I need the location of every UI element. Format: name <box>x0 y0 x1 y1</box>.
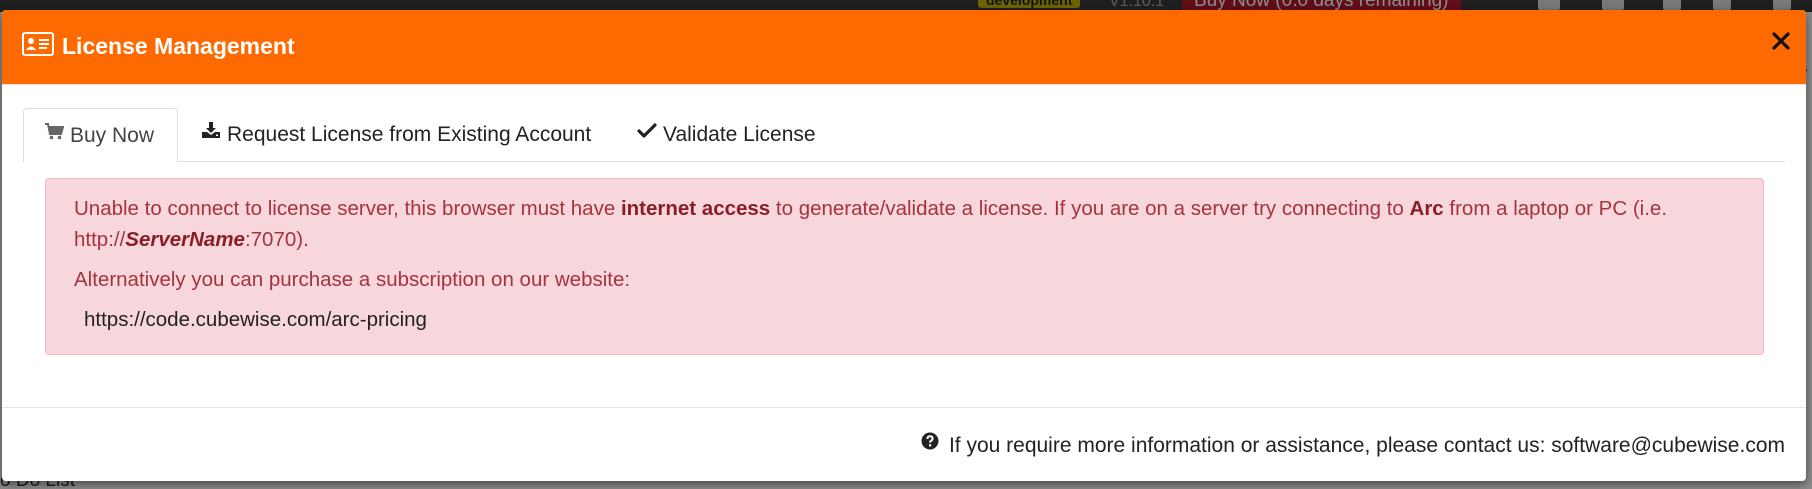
alert-port: :7070). <box>244 228 309 251</box>
connection-error-alert: Unable to connect to license server, thi… <box>45 178 1764 355</box>
license-management-modal: License Management Buy Now Request Licen… <box>2 10 1806 481</box>
pricing-link[interactable]: https://code.cubewise.com/arc-pricing <box>84 306 427 334</box>
alert-alternative-text: Alternatively you can purchase a subscri… <box>74 268 631 291</box>
tab-buy-now[interactable]: Buy Now <box>23 108 178 163</box>
alert-server-name: ServerName <box>125 228 245 251</box>
alert-emphasis-internet-access: internet access <box>620 197 771 220</box>
alert-text: to generate/validate a license. If you a… <box>770 197 1410 220</box>
license-tabs: Buy Now Request License from Existing Ac… <box>23 108 1785 163</box>
check-icon <box>637 106 657 160</box>
tab-validate-license-label: Validate License <box>663 123 816 146</box>
id-card-icon <box>22 32 54 56</box>
tab-request-license[interactable]: Request License from Existing Account <box>199 108 591 162</box>
tab-validate-license[interactable]: Validate License <box>635 108 816 162</box>
question-circle-icon <box>921 430 939 458</box>
contact-text: If you require more information or assis… <box>948 434 1785 457</box>
tab-request-license-label: Request License from Existing Account <box>227 123 592 146</box>
alert-emphasis-arc: Arc <box>1409 197 1444 220</box>
cart-icon <box>44 107 65 161</box>
alert-text: Unable to connect to license server, thi… <box>74 197 621 220</box>
download-icon <box>201 106 221 160</box>
contact-info: If you require more information or assis… <box>921 432 1785 460</box>
modal-footer: If you require more information or assis… <box>2 407 1806 481</box>
modal-header: License Management <box>2 10 1806 85</box>
close-icon[interactable] <box>1768 28 1794 54</box>
modal-title: License Management <box>62 33 295 59</box>
alert-message: Unable to connect to license server, thi… <box>74 193 1723 255</box>
tab-buy-now-label: Buy Now <box>70 124 155 147</box>
